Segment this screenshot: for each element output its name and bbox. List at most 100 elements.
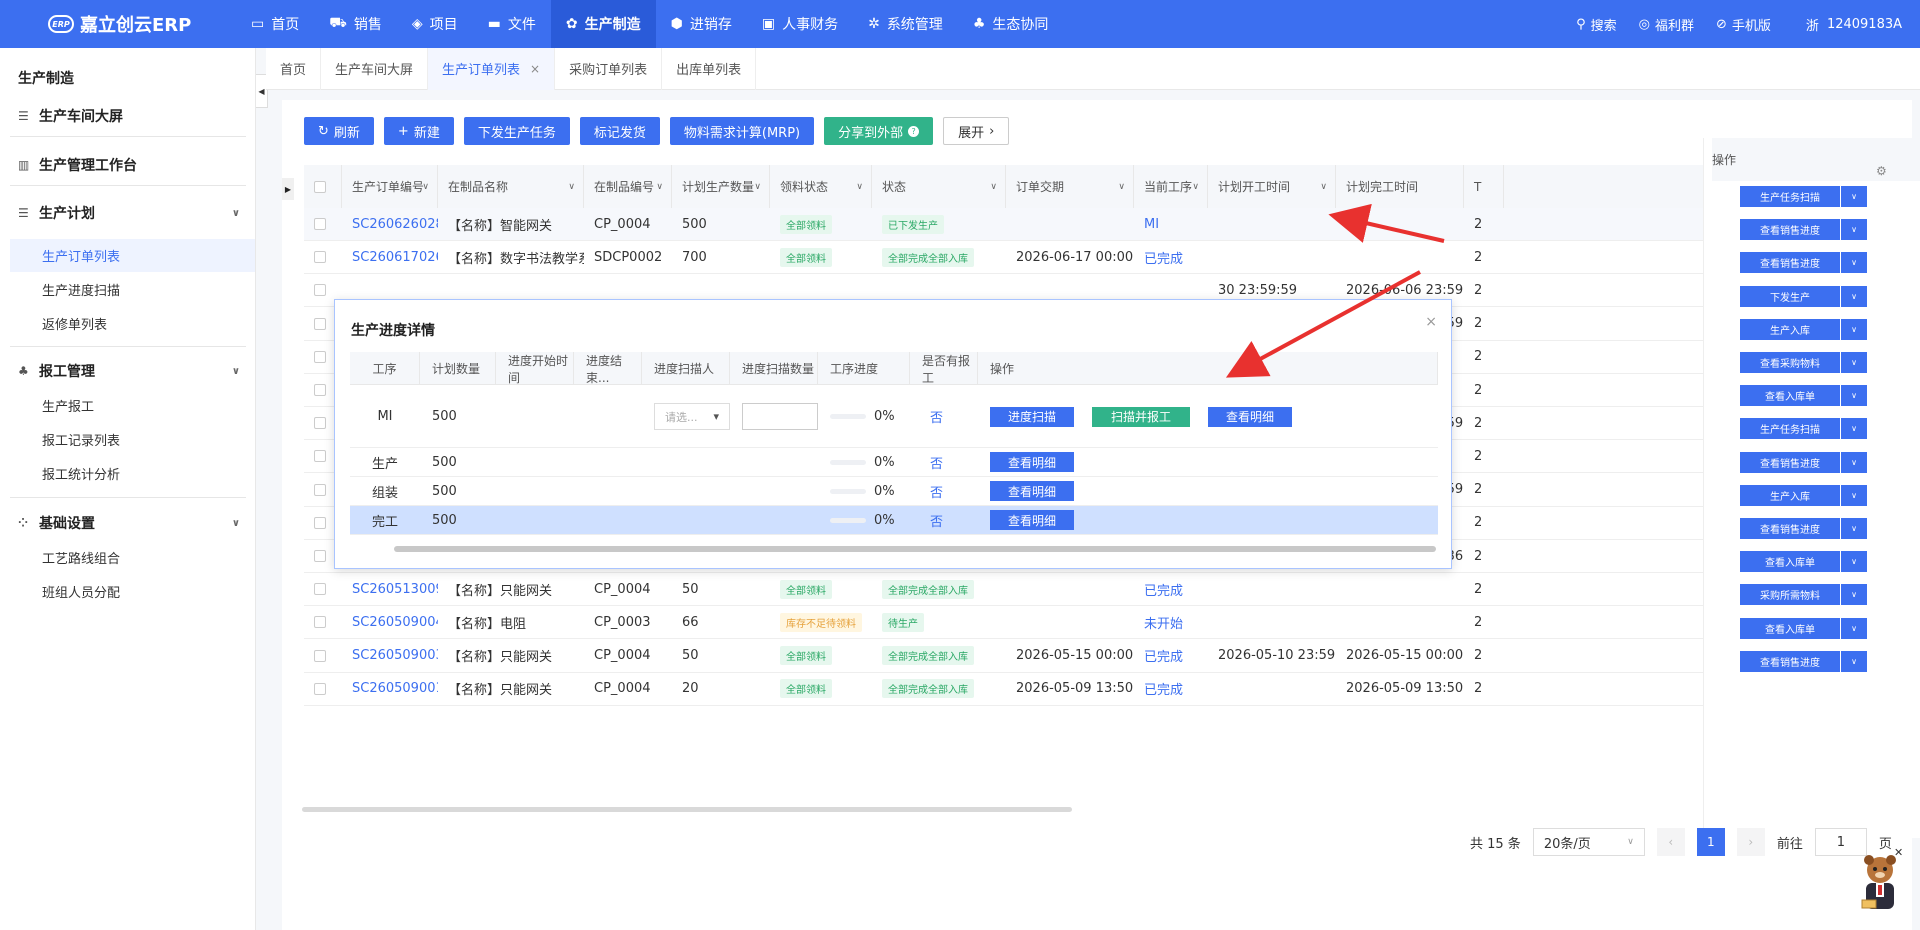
row-action-button[interactable]: 生产任务扫描	[1740, 418, 1840, 440]
table-row[interactable]: SC260617026 【名称】数字书法教学系统 SDCP0002 700 全部领料 全部…	[304, 241, 1704, 275]
row-checkbox[interactable]	[314, 384, 326, 396]
nav-item-2[interactable]: ◈ 项目	[397, 0, 473, 48]
nav-item-5[interactable]: ⬢ 进销存	[656, 0, 747, 48]
mobile-version-link[interactable]: ⊘ 手机版	[1705, 15, 1782, 34]
view-details-button[interactable]: 查看明细	[990, 510, 1074, 530]
order-number-link[interactable]: SC260509001	[352, 681, 438, 696]
close-mascot-icon[interactable]: ✕	[1894, 846, 1903, 859]
row-action-button[interactable]: 生产入库	[1740, 484, 1840, 506]
table-row[interactable]: SC260626028 【名称】智能网关 CP_0004 500 全部领料 已下发生产 MI…	[304, 208, 1704, 241]
row-action-button[interactable]: 查看销售进度	[1740, 518, 1840, 539]
sidebar-group-workshop-screen[interactable]: ☰ 生产车间大屏	[18, 106, 240, 126]
row-checkbox[interactable]	[314, 417, 326, 430]
sidebar-item-progress-scan[interactable]: 生产进度扫描	[10, 273, 255, 306]
order-number-link[interactable]: SC260513009	[352, 582, 438, 597]
row-action-button[interactable]: 采购所需物料	[1740, 584, 1840, 606]
row-checkbox[interactable]	[314, 682, 326, 695]
chevron-down-icon[interactable]: ∨	[1841, 518, 1867, 539]
row-action-button[interactable]: 查看销售进度	[1740, 650, 1840, 672]
sidebar-item-repair-orders[interactable]: 返修单列表	[10, 307, 255, 340]
column-header[interactable]: 在制品名称 ∨	[438, 165, 584, 208]
order-number-link[interactable]: SC260626028	[352, 217, 438, 232]
column-header[interactable]: 领料状态 ∨	[770, 165, 872, 208]
chevron-down-icon[interactable]: ∨	[1841, 252, 1867, 274]
column-header[interactable]: 当前工序 ∨	[1134, 165, 1208, 208]
view-details-button[interactable]: 查看明细	[1208, 406, 1292, 427]
sidebar-group-report[interactable]: ♣ 报工管理 ∨	[18, 361, 240, 381]
column-header[interactable]: 计划开工时间 ∨	[1208, 165, 1336, 208]
page-number-button[interactable]: 1	[1696, 828, 1725, 856]
welfare-group-link[interactable]: ◎ 福利群	[1628, 15, 1705, 34]
view-details-button[interactable]: 查看明细	[990, 452, 1074, 472]
sidebar-group-workbench[interactable]: ▥ 生产管理工作台	[18, 155, 240, 175]
issue-task-button[interactable]: 下发生产任务	[463, 117, 570, 145]
has-report-link[interactable]: 否	[930, 407, 943, 426]
refresh-button[interactable]: ↻ 刷新	[304, 117, 374, 145]
chevron-down-icon[interactable]: ∨	[1841, 418, 1867, 440]
nav-item-6[interactable]: ▣ 人事财务	[747, 0, 853, 48]
order-number-link[interactable]: SC260509004	[352, 615, 438, 630]
chevron-down-icon[interactable]: ∨	[1841, 385, 1867, 407]
table-row[interactable]: SC260509003 【名称】只能网关 CP_0004 50 全部领料 全部完成全部入库…	[304, 640, 1704, 673]
row-checkbox[interactable]	[314, 583, 326, 596]
column-header[interactable]: 状态 ∨	[872, 165, 1006, 208]
row-checkbox[interactable]	[314, 483, 326, 496]
chevron-down-icon[interactable]: ∨	[1841, 451, 1867, 473]
column-header[interactable]: 计划完工时间	[1336, 165, 1464, 208]
mrp-button[interactable]: 物料需求计算(MRP)	[669, 117, 815, 145]
column-header[interactable]: 计划生产数量 ∨	[672, 165, 770, 208]
progress-row[interactable]: 组装 500 0% 否 查看明细	[350, 477, 1438, 506]
current-step-link[interactable]: 已完成	[1144, 248, 1183, 267]
row-checkbox[interactable]	[314, 251, 326, 264]
row-action-button[interactable]: 查看入库单	[1740, 617, 1840, 639]
nav-item-1[interactable]: ⛟ 销售	[314, 0, 397, 48]
chevron-down-icon[interactable]: ∨	[1841, 186, 1867, 207]
chevron-down-icon[interactable]: ∨	[1841, 352, 1867, 373]
progress-row[interactable]: 生产 500 0% 否 查看明细	[350, 448, 1438, 477]
share-external-button[interactable]: 分享到外部?	[824, 117, 934, 145]
close-icon[interactable]: ×	[1425, 314, 1437, 330]
row-action-button[interactable]: 查看销售进度	[1740, 451, 1840, 473]
chevron-down-icon[interactable]: ∨	[1841, 584, 1867, 606]
sidebar-item-report-records[interactable]: 报工记录列表	[10, 423, 255, 456]
column-header[interactable]: 生产订单编号 ∨	[342, 165, 438, 208]
prev-page-button[interactable]: ‹	[1656, 828, 1685, 856]
close-icon[interactable]: ×	[530, 62, 540, 76]
assistant-mascot-icon[interactable]	[1856, 852, 1904, 916]
chevron-down-icon[interactable]: ∨	[1841, 219, 1867, 241]
row-action-button[interactable]: 生产入库	[1740, 318, 1840, 340]
row-checkbox[interactable]	[314, 218, 326, 230]
expand-button[interactable]: 展开 ›	[943, 117, 1010, 145]
column-header[interactable]: T	[1464, 165, 1504, 208]
tab-production-orders[interactable]: 生产订单列表 ×	[428, 47, 556, 90]
row-checkbox[interactable]	[314, 317, 326, 330]
chevron-down-icon[interactable]: ∨	[1841, 617, 1867, 639]
row-action-button[interactable]: 查看入库单	[1740, 385, 1840, 407]
row-action-button[interactable]: 生产任务扫描	[1740, 186, 1840, 207]
scan-and-report-button[interactable]: 扫描并报工	[1092, 406, 1190, 427]
chevron-down-icon[interactable]: ∨	[1841, 484, 1867, 506]
tab-purchase-orders[interactable]: 采购订单列表	[555, 47, 663, 90]
view-details-button[interactable]: 查看明细	[990, 481, 1074, 501]
scan-qty-input[interactable]	[742, 403, 818, 430]
table-horizontal-scrollbar[interactable]	[302, 807, 1072, 812]
row-checkbox[interactable]	[314, 284, 326, 297]
sidebar-item-production-orders[interactable]: 生产订单列表	[10, 239, 255, 272]
mark-shipped-button[interactable]: 标记发货	[579, 117, 660, 145]
tab-outbound-orders[interactable]: 出库单列表	[662, 47, 757, 90]
row-checkbox[interactable]	[314, 516, 326, 529]
scanner-select[interactable]: 请选... ▾	[654, 403, 730, 430]
row-action-button[interactable]: 查看采购物料	[1740, 352, 1840, 373]
row-action-button[interactable]: 查看销售进度	[1740, 252, 1840, 274]
chevron-down-icon[interactable]: ∨	[1841, 285, 1867, 307]
has-report-link[interactable]: 否	[930, 511, 943, 530]
row-checkbox[interactable]	[314, 550, 326, 562]
search-link[interactable]: ⚲ 搜索	[1565, 15, 1628, 34]
current-step-link[interactable]: 已完成	[1144, 580, 1183, 599]
column-header[interactable]: 订单交期 ∨	[1006, 165, 1134, 208]
sidebar-item-production-report[interactable]: 生产报工	[10, 389, 255, 422]
row-checkbox[interactable]	[314, 450, 326, 463]
user-menu[interactable]: 浙 12409183A	[1782, 0, 1920, 48]
progress-scan-button[interactable]: 进度扫描	[990, 406, 1074, 427]
column-header[interactable]: 在制品编号 ∨	[584, 165, 672, 208]
